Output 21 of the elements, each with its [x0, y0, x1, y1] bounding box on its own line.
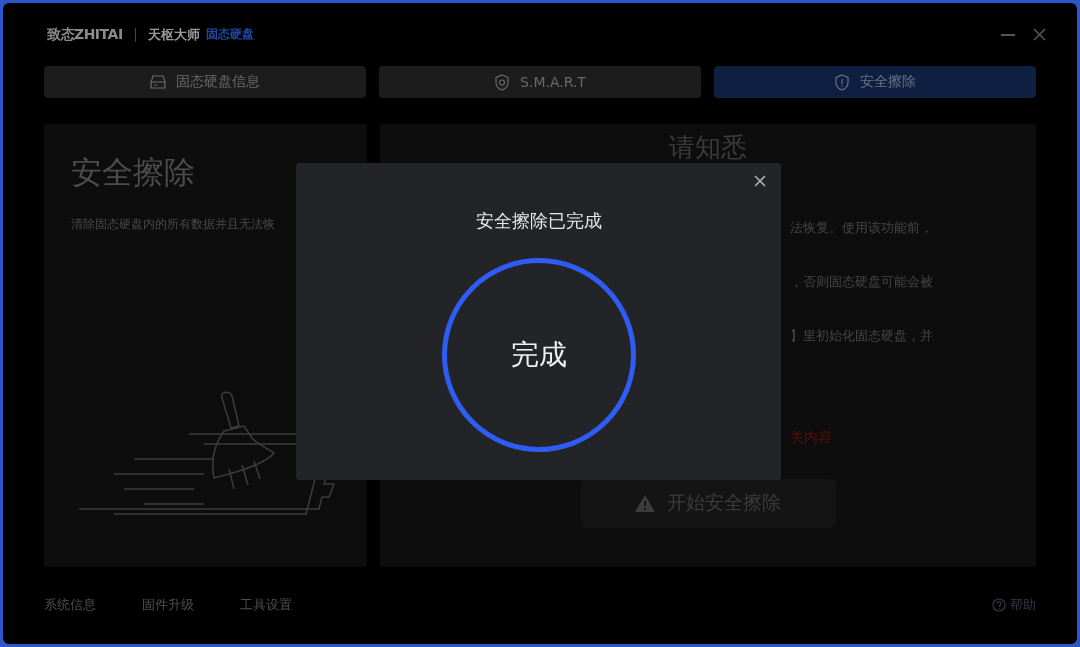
tab[interactable]: 固态硬盘信息	[44, 66, 366, 98]
brand-logo: 致态ZHITAI	[47, 25, 123, 44]
product-name: 天枢大师	[147, 25, 200, 44]
footer-link[interactable]: 固件升级	[142, 596, 194, 615]
footer-link[interactable]: 工具设置	[240, 596, 292, 615]
warning-icon	[635, 494, 655, 512]
tab[interactable]: 安全擦除	[714, 66, 1036, 98]
shield-icon	[494, 73, 511, 91]
tab[interactable]: S.M.A.R.T	[379, 66, 701, 98]
shield-alert-icon	[834, 73, 850, 91]
footer-link[interactable]: 系统信息	[44, 596, 96, 615]
minimize-icon[interactable]	[1001, 33, 1015, 36]
help-icon	[992, 598, 1006, 613]
status-text: 完成	[510, 337, 567, 373]
help-link[interactable]: 帮助	[992, 596, 1036, 615]
close-icon[interactable]	[754, 175, 766, 187]
warning-text: 关内容	[790, 428, 832, 447]
panel-title: 安全擦除	[71, 152, 195, 192]
drive-icon	[150, 75, 166, 90]
product-tag: 固态硬盘	[205, 26, 254, 44]
dialog-title: 安全擦除已完成	[475, 209, 602, 233]
